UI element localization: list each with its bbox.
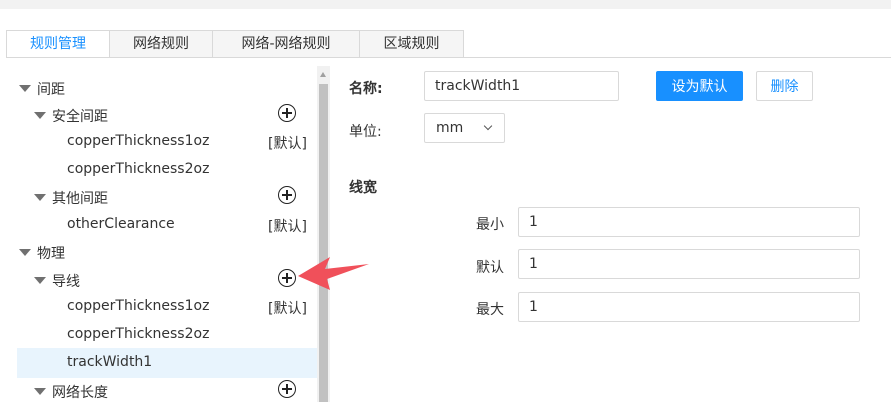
caret-down-icon[interactable] [34,194,46,201]
caret-down-icon[interactable] [34,277,46,284]
tree-leaf-track-width-1[interactable]: trackWidth1 [17,348,317,378]
add-circle-icon[interactable] [278,380,296,398]
caret-down-icon[interactable] [19,249,31,256]
add-circle-icon[interactable] [278,186,296,204]
unit-label: 单位: [349,124,382,140]
set-default-button[interactable]: 设为默认 [656,71,743,101]
scroll-up-arrow-icon[interactable] [320,72,326,77]
unit-select-value: mm [436,120,464,136]
caret-down-icon[interactable] [19,85,31,92]
tabs-divider [6,57,891,58]
tab-net-to-net-rules[interactable]: 网络-网络规则 [213,30,360,58]
tree-node-label: 安全间距 [52,109,108,125]
tree-node-label: 其他间距 [52,191,108,207]
tab-rule-management[interactable]: 规则管理 [6,30,110,58]
unit-select[interactable]: mm [424,113,505,143]
tab-bar: 规则管理 网络规则 网络-网络规则 区域规则 [6,30,464,58]
tree-node-label: copperThickness1oz [67,298,210,314]
annotation-arrow-icon [298,257,369,290]
tree-node-label: 导线 [52,274,80,290]
caret-down-icon[interactable] [34,112,46,119]
tree-node-label: copperThickness1oz [67,133,210,149]
min-input[interactable] [518,207,860,237]
tree-node-track[interactable]: 导线 [0,267,317,294]
top-band [0,0,891,9]
tree-node-label: 物理 [37,246,65,262]
tree-scrollbar[interactable] [317,66,330,402]
tree-node-label: otherClearance [67,216,175,232]
caret-down-icon[interactable] [34,388,46,395]
tree-node-label: copperThickness2oz [67,326,210,342]
tab-region-rules[interactable]: 区域规则 [360,30,464,58]
default-input[interactable] [518,249,860,279]
tree-node-label: trackWidth1 [67,354,153,370]
max-label: 最大 [476,302,504,318]
tree-leaf-track-copper-thickness-2oz[interactable]: copperThickness2oz [0,322,317,349]
max-input[interactable] [518,292,860,322]
tree-leaf-track-copper-thickness-1oz[interactable]: copperThickness1oz [默认] [0,294,317,321]
tree-node-spacing[interactable]: 间距 [0,75,317,102]
tree-node-other-spacing[interactable]: 其他间距 [0,184,317,211]
tree-node-net-length[interactable]: 网络长度 [0,378,317,402]
min-label: 最小 [476,217,504,233]
default-tag: [默认] [268,219,307,235]
default-label: 默认 [476,260,504,276]
name-input[interactable] [424,71,619,101]
scrollbar-thumb[interactable] [319,84,328,402]
name-label: 名称: [349,81,383,97]
delete-button[interactable]: 删除 [756,71,813,101]
tree-node-safety-spacing[interactable]: 安全间距 [0,102,317,129]
default-tag: [默认] [268,136,307,152]
chevron-down-icon [483,121,493,131]
tree-node-label: 间距 [37,82,65,98]
tree-node-physical[interactable]: 物理 [0,239,317,266]
tree-leaf-copper-thickness-2oz[interactable]: copperThickness2oz [0,157,317,184]
add-circle-icon[interactable] [278,269,296,287]
add-circle-icon[interactable] [278,104,296,122]
rule-tree: 间距 安全间距 copperThickness1oz [默认] copperTh… [0,74,317,402]
default-tag: [默认] [268,301,307,317]
tree-leaf-copper-thickness-1oz[interactable]: copperThickness1oz [默认] [0,129,317,156]
tree-node-label: 网络长度 [52,385,108,401]
section-title-track-width: 线宽 [349,180,377,196]
tab-net-rules[interactable]: 网络规则 [110,30,213,58]
tree-node-label: copperThickness2oz [67,161,210,177]
tree-leaf-other-clearance[interactable]: otherClearance [默认] [0,212,317,239]
